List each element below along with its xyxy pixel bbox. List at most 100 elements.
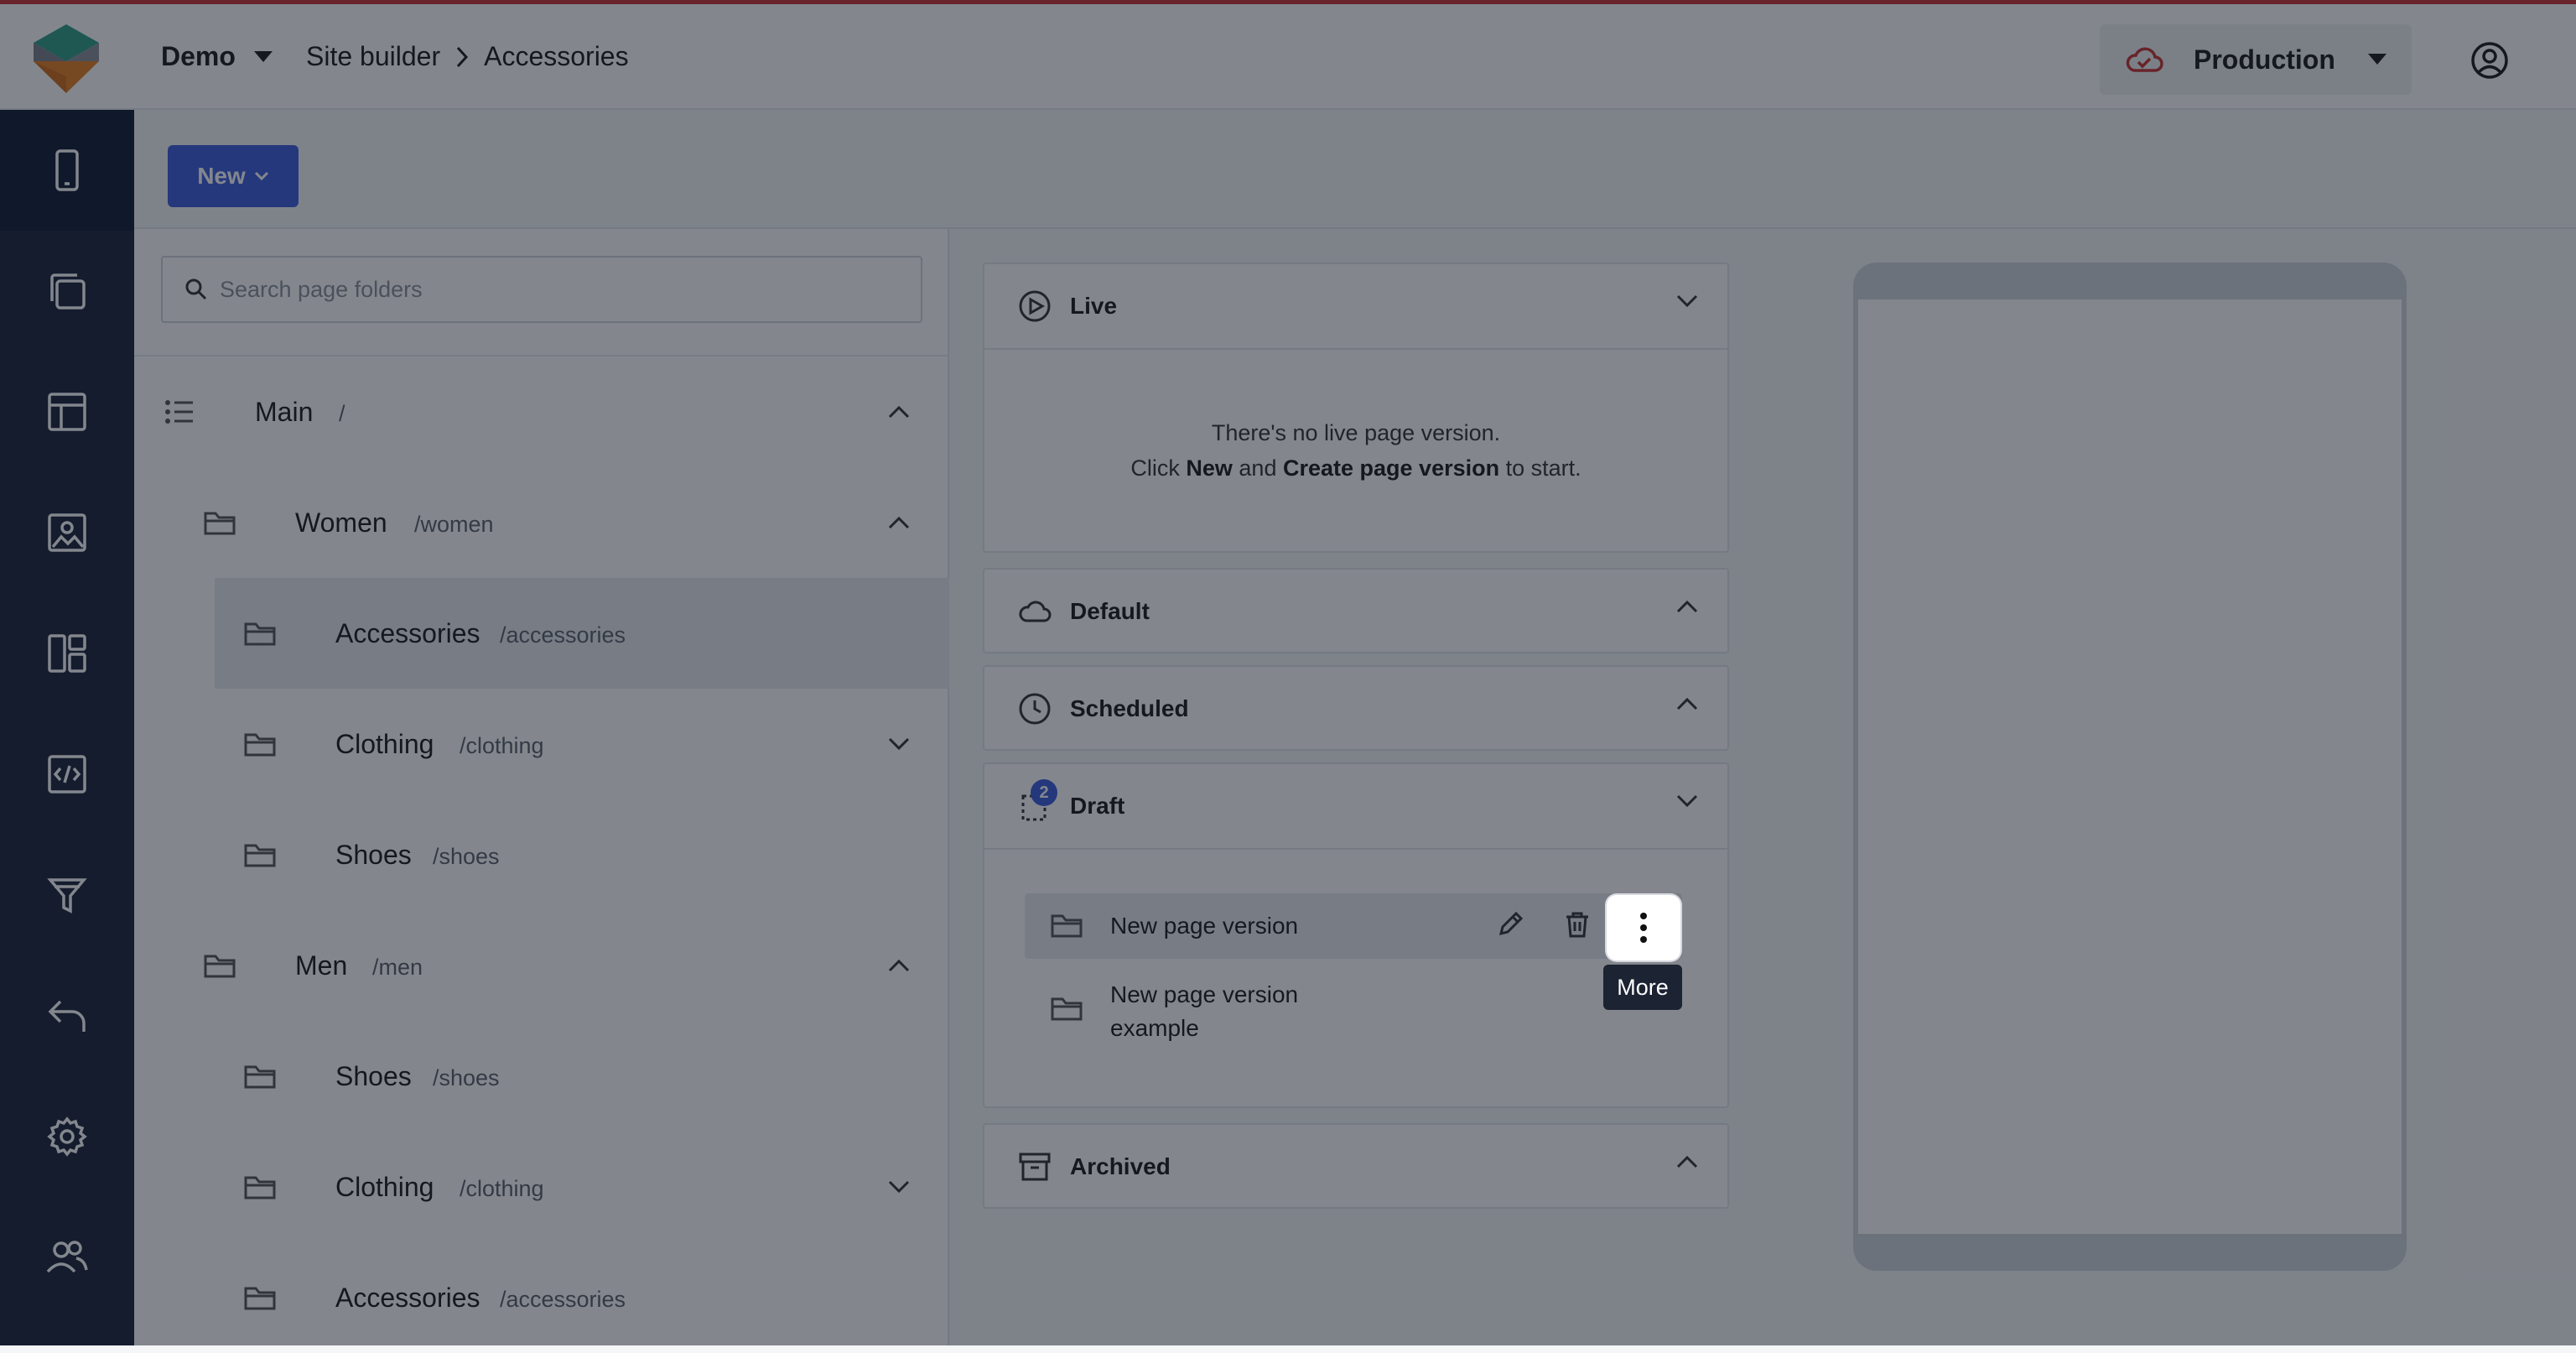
chevron-down-icon[interactable]: [887, 689, 911, 799]
nav-item-media[interactable]: [0, 472, 134, 593]
folder-name: Accessories: [335, 617, 480, 648]
search-icon: [185, 278, 207, 300]
folder-row-clothing[interactable]: Clothing /clothing: [134, 689, 949, 799]
folder-row-main[interactable]: Main /: [134, 356, 949, 467]
section-title: Archived: [1070, 1153, 1171, 1179]
filter-icon: [47, 878, 87, 913]
folder-icon: [243, 689, 277, 799]
folder-name: Clothing: [335, 1171, 434, 1202]
list-icon: [164, 356, 195, 467]
live-section-body: There's no live page version. Click New …: [984, 348, 1727, 486]
sidebar-nav: [0, 110, 134, 1345]
nav-item-layout[interactable]: [0, 351, 134, 472]
section-title: Live: [1070, 293, 1118, 319]
nav-item-return[interactable]: [0, 955, 134, 1076]
folder-icon: [243, 799, 277, 910]
section-title: Draft: [1070, 793, 1125, 819]
chevron-down-icon[interactable]: [887, 1132, 911, 1242]
folder-slug: /clothing: [460, 732, 544, 758]
section-title: Scheduled: [1070, 695, 1189, 721]
folder-row-accessories[interactable]: Accessories /accessories: [134, 1242, 949, 1353]
user-account-icon[interactable]: [2470, 41, 2509, 80]
components-icon: [48, 634, 86, 673]
draft-version-name: New page version: [1110, 913, 1299, 939]
nav-item-filter[interactable]: [0, 835, 134, 955]
device-icon: [55, 149, 79, 191]
folder-row-shoes[interactable]: Shoes /shoes: [134, 799, 949, 910]
folder-icon: [243, 1242, 277, 1353]
nav-item-device[interactable]: [0, 110, 134, 231]
chevron-right-icon: [456, 46, 469, 67]
search-input-placeholder: Search page folders: [220, 276, 423, 302]
folder-name: Shoes: [335, 1060, 412, 1091]
folder-icon: [203, 910, 236, 1021]
nav-item-users[interactable]: [0, 1197, 134, 1318]
folder-row-men[interactable]: Men /men: [134, 910, 949, 1021]
chevron-up-icon[interactable]: [887, 910, 911, 1021]
folder-name: Accessories: [335, 1282, 480, 1313]
draft-count-badge: 2: [1031, 779, 1057, 806]
draft-version-name-2[interactable]: New page version example: [1110, 978, 1298, 1045]
workspace-selector[interactable]: Demo: [161, 41, 273, 72]
gear-icon: [47, 1116, 87, 1157]
breadcrumb-current: Accessories: [484, 41, 629, 71]
device-preview-frame: [1853, 263, 2407, 1271]
scheduled-section-header[interactable]: Scheduled: [984, 667, 1727, 751]
folder-slug: /women: [414, 511, 494, 537]
default-section-header[interactable]: Default: [984, 570, 1727, 653]
workspace-name: Demo: [161, 41, 236, 71]
folder-slug: /accessories: [500, 622, 626, 648]
folder-name: Women: [295, 507, 387, 538]
app-logo[interactable]: [32, 23, 101, 95]
versions-panel: Live There's no live page version. Click…: [949, 229, 1763, 1345]
chevron-up-icon[interactable]: [887, 467, 911, 578]
folder-tree-panel: Search page folders Main / Women /women …: [134, 229, 949, 1345]
folder-slug: /accessories: [500, 1286, 626, 1312]
live-section-header[interactable]: Live: [984, 264, 1727, 348]
pencil-icon[interactable]: [1496, 910, 1524, 939]
environment-selector[interactable]: Production: [2100, 24, 2412, 95]
new-button-label: New: [197, 163, 246, 189]
cloud-check-icon: [2126, 47, 2163, 72]
folder-name: Shoes: [335, 839, 412, 870]
folder-name: Main: [255, 396, 314, 427]
chevron-up-icon[interactable]: [887, 356, 911, 467]
folder-row-accessories-selected[interactable]: Accessories /accessories: [134, 578, 949, 689]
layout-icon: [48, 393, 86, 431]
archived-section: Archived: [983, 1123, 1729, 1209]
clock-icon: [1019, 693, 1051, 725]
cloud-icon: [1019, 601, 1052, 622]
nav-item-components[interactable]: [0, 593, 134, 714]
folder-row-women[interactable]: Women /women: [134, 467, 949, 578]
more-options-button-highlighted[interactable]: [1607, 895, 1680, 960]
folder-search[interactable]: Search page folders: [161, 256, 922, 323]
more-vertical-icon: [1640, 913, 1647, 943]
folder-name: Men: [295, 950, 348, 981]
chevron-down-icon: [1676, 294, 1698, 308]
new-button[interactable]: New: [168, 145, 299, 207]
chevron-down-icon: [1676, 794, 1698, 808]
chevron-up-icon: [1676, 697, 1698, 710]
draft-section-header[interactable]: Draft: [984, 764, 1727, 848]
folder-row-clothing[interactable]: Clothing /clothing: [134, 1132, 949, 1242]
scheduled-section: Scheduled: [983, 665, 1729, 751]
device-preview-screen: [1858, 299, 2402, 1234]
nav-item-pages[interactable]: [0, 231, 134, 351]
nav-item-settings[interactable]: [0, 1076, 134, 1197]
folder-row-shoes[interactable]: Shoes /shoes: [134, 1021, 949, 1132]
archived-section-header[interactable]: Archived: [984, 1125, 1727, 1209]
image-icon: [48, 513, 86, 552]
folder-icon: [243, 1021, 277, 1132]
nav-item-code[interactable]: [0, 714, 134, 835]
folder-name: Clothing: [335, 728, 434, 759]
pages-icon: [50, 273, 86, 310]
archive-box-icon: [1019, 1153, 1051, 1181]
trash-icon[interactable]: [1563, 910, 1592, 939]
live-empty-message: There's no live page version. Click New …: [984, 350, 1727, 486]
return-icon: [48, 1000, 86, 1032]
play-circle-icon: [1019, 290, 1051, 322]
breadcrumb-site-builder[interactable]: Site builder: [306, 41, 440, 72]
folder-slug: /shoes: [433, 843, 500, 869]
breadcrumb: Site builder Accessories: [306, 41, 629, 72]
chevron-down-icon: [254, 171, 268, 181]
